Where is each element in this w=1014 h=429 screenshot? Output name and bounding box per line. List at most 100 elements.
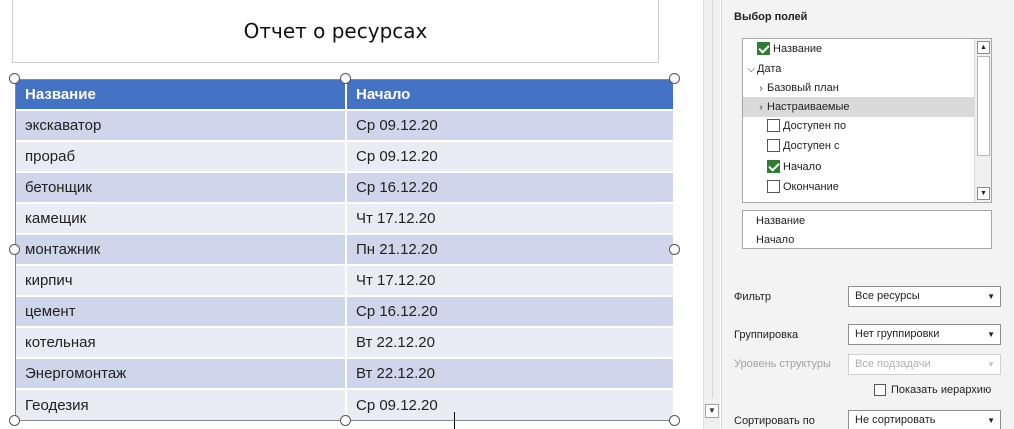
dropdown-arrow-icon: ▼	[987, 416, 995, 425]
scroll-down-button[interactable]: ▼	[705, 404, 719, 418]
tree-item-label: Базовый план	[767, 82, 839, 94]
tree-item-label: Окончание	[783, 181, 839, 193]
cell-start[interactable]: Ср 09.12.20	[346, 388, 675, 420]
resize-handle-bottom-right[interactable]	[669, 415, 680, 426]
tree-item-label: Начало	[783, 161, 822, 173]
filter-dropdown[interactable]: Все ресурсы ▼	[848, 286, 1001, 307]
dropdown-arrow-icon: ▼	[987, 360, 995, 369]
show-hierarchy-label: Показать иерархию	[891, 384, 992, 396]
tree-item-custom[interactable]: › Настраиваемые	[743, 97, 974, 117]
tree-item-finish[interactable]: Окончание	[743, 177, 974, 197]
cell-start[interactable]: Ср 16.12.20	[346, 171, 675, 203]
filter-label: Фильтр	[734, 291, 771, 303]
cell-start[interactable]: Чт 17.12.20	[346, 264, 675, 296]
show-hierarchy-checkbox[interactable]	[874, 384, 886, 396]
report-table[interactable]: Название Начало экскаватор Ср 09.12.20 про…	[16, 80, 675, 420]
cell-name[interactable]: монтажник	[16, 233, 347, 265]
cell-name[interactable]: Энергомонтаж	[16, 357, 347, 389]
canvas-scrollbar[interactable]: ▼	[703, 0, 720, 429]
dropdown-arrow-icon: ▼	[987, 330, 995, 339]
resize-handle-top-right[interactable]	[669, 73, 680, 84]
resize-handle-top-left[interactable]	[9, 73, 20, 84]
scroll-down-button[interactable]: ▼	[977, 187, 990, 200]
tree-item-label: Название	[773, 43, 823, 55]
table-row[interactable]: монтажник Пн 21.12.20	[16, 233, 675, 265]
resize-handle-bottom-left[interactable]	[9, 415, 20, 426]
tree-item-name[interactable]: Название	[743, 39, 974, 59]
table-header-row: Название Начало	[16, 80, 675, 110]
table-row[interactable]: камещик Чт 17.12.20	[16, 202, 675, 234]
table-row[interactable]: котельная Вт 22.12.20	[16, 326, 675, 358]
sort-label: Сортировать по	[734, 415, 815, 427]
cell-start[interactable]: Ср 09.12.20	[346, 140, 675, 172]
cell-start[interactable]: Ср 16.12.20	[346, 295, 675, 327]
cell-name[interactable]: экскаватор	[16, 109, 347, 141]
tree-item-label: Доступен по	[783, 120, 847, 132]
report-table-frame[interactable]: Название Начало экскаватор Ср 09.12.20 про…	[9, 73, 680, 429]
tree-item-available-from[interactable]: Доступен с	[743, 136, 974, 156]
text-cursor	[454, 412, 455, 429]
tree-item-start[interactable]: Начало	[743, 157, 974, 177]
column-header-name[interactable]: Название	[16, 80, 347, 110]
sort-dropdown[interactable]: Не сортировать ▼	[848, 410, 1001, 429]
checkbox-start[interactable]	[767, 160, 780, 173]
dropdown-arrow-icon: ▼	[987, 292, 995, 301]
grouping-dropdown[interactable]: Нет группировки ▼	[848, 324, 1001, 345]
chevron-down-icon[interactable]: ⌵	[745, 60, 757, 80]
column-header-start[interactable]: Начало	[346, 80, 675, 110]
field-list-pane: Выбор полей Название ⌵ Дата › Базовый план…	[721, 0, 1014, 429]
cell-name[interactable]: прораб	[16, 140, 347, 172]
checkbox-available-from[interactable]	[767, 139, 780, 152]
cell-start[interactable]: Чт 17.12.20	[346, 202, 675, 234]
outline-level-label: Уровень структуры	[734, 358, 831, 370]
cell-start[interactable]: Пн 21.12.20	[346, 233, 675, 265]
tree-item-label: Настраиваемые	[767, 101, 850, 113]
table-row[interactable]: цемент Ср 16.12.20	[16, 295, 675, 327]
resize-handle-bottom-center[interactable]	[340, 415, 351, 426]
tree-item-available-to[interactable]: Доступен по	[743, 116, 974, 136]
selected-field-item[interactable]: Название	[756, 215, 805, 227]
resize-handle-top-center[interactable]	[340, 73, 351, 84]
cell-name[interactable]: бетонщик	[16, 171, 347, 203]
chevron-right-icon[interactable]: ›	[755, 98, 767, 118]
resize-handle-middle-right[interactable]	[669, 244, 680, 255]
sort-value: Не сортировать	[855, 414, 936, 426]
cell-start[interactable]: Вт 22.12.20	[346, 326, 675, 358]
cell-start[interactable]: Вт 22.12.20	[346, 357, 675, 389]
tree-item-baseline[interactable]: › Базовый план	[743, 78, 974, 98]
report-title: Отчет о ресурсах	[243, 19, 428, 43]
cell-name[interactable]: Геодезия	[16, 388, 347, 420]
checkbox-name[interactable]	[757, 42, 770, 55]
scrollbar-thumb[interactable]	[977, 56, 990, 156]
cell-name[interactable]: котельная	[16, 326, 347, 358]
scrollbar-track	[712, 0, 713, 398]
field-tree[interactable]: Название ⌵ Дата › Базовый план › Настраивае…	[742, 38, 992, 203]
field-list-title: Выбор полей	[734, 11, 808, 23]
tree-item-date[interactable]: ⌵ Дата	[743, 59, 974, 79]
scroll-up-button[interactable]: ▲	[977, 41, 990, 54]
filter-value: Все ресурсы	[855, 290, 920, 302]
outline-level-value: Все подзадачи	[855, 358, 931, 370]
outline-level-dropdown: Все подзадачи ▼	[848, 354, 1001, 375]
table-row[interactable]: прораб Ср 09.12.20	[16, 140, 675, 172]
report-title-box[interactable]: Отчет о ресурсах	[12, 0, 659, 63]
cell-name[interactable]: цемент	[16, 295, 347, 327]
field-tree-scrollbar[interactable]: ▲ ▼	[974, 39, 991, 202]
cell-start[interactable]: Ср 09.12.20	[346, 109, 675, 141]
selected-field-item[interactable]: Начало	[756, 234, 794, 246]
selected-fields-list[interactable]: Название Начало	[742, 210, 992, 249]
table-row[interactable]: бетонщик Ср 16.12.20	[16, 171, 675, 203]
table-row[interactable]: экскаватор Ср 09.12.20	[16, 109, 675, 141]
checkbox-finish[interactable]	[767, 180, 780, 193]
chevron-right-icon[interactable]: ›	[755, 79, 767, 99]
tree-item-label: Дата	[757, 63, 782, 75]
grouping-value: Нет группировки	[855, 328, 940, 340]
cell-name[interactable]: кирпич	[16, 264, 347, 296]
resize-handle-middle-left[interactable]	[9, 244, 20, 255]
cell-name[interactable]: камещик	[16, 202, 347, 234]
grouping-label: Группировка	[734, 329, 799, 341]
table-row[interactable]: Энергомонтаж Вт 22.12.20	[16, 357, 675, 389]
checkbox-available-to[interactable]	[767, 119, 780, 132]
table-row[interactable]: кирпич Чт 17.12.20	[16, 264, 675, 296]
show-hierarchy-option[interactable]: Показать иерархию	[874, 384, 991, 396]
